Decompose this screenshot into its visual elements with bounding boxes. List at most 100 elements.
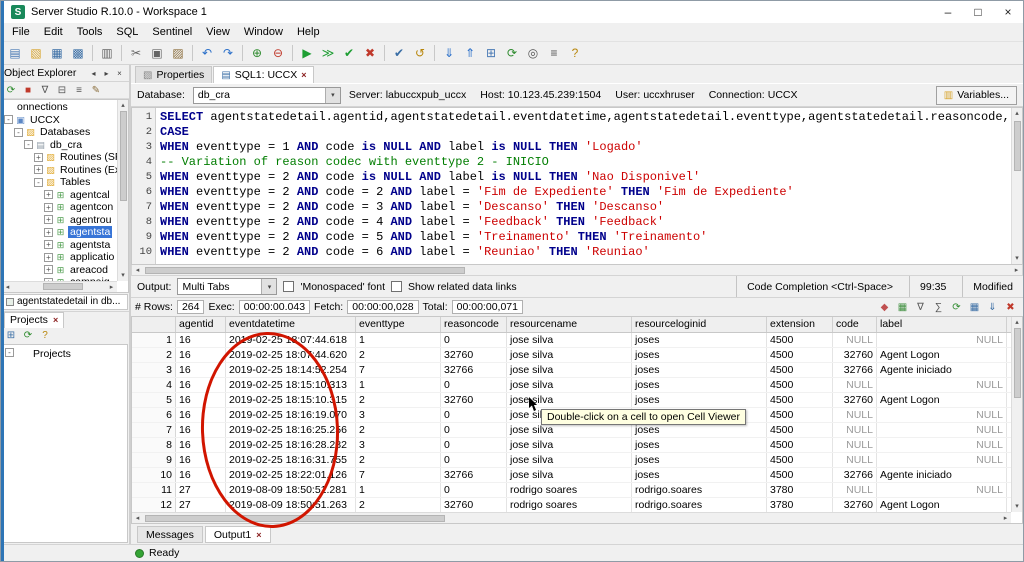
collapse-all-icon[interactable]: ⊟ [54,83,70,98]
tree-item-routines-sf[interactable]: +▨Routines (SF [2,151,117,164]
tab-output1[interactable]: Output1× [205,526,271,543]
copy-icon[interactable]: ▣ [147,44,167,62]
scroll-left-icon[interactable]: ◂ [132,514,143,522]
cell-agentid[interactable]: 16 [176,393,226,407]
tree-expander[interactable]: + [44,228,53,237]
cell-code[interactable]: NULL [833,408,877,422]
cell-reasoncode[interactable]: 0 [441,453,507,467]
tree-expander[interactable]: + [34,153,43,162]
cell-agentid[interactable]: 27 [176,498,226,512]
cell-reasoncode[interactable]: 0 [441,438,507,452]
row-number[interactable]: 7 [132,423,176,437]
tree-item-databases[interactable]: -▨Databases [2,126,117,139]
schema-icon[interactable]: ⊞ [481,44,501,62]
cell-resourceloginid[interactable]: joses [632,378,767,392]
cell-label[interactable]: NULL [877,423,1007,437]
menu-item-window[interactable]: Window [237,26,290,38]
minimize-button[interactable]: – [933,1,963,23]
cell-resourceloginid[interactable]: rodrigo.soares [632,498,767,512]
cell-resourceloginid[interactable]: joses [632,438,767,452]
cell-eventtype[interactable]: 2 [356,453,441,467]
redo-icon[interactable]: ↷ [218,44,238,62]
cell-extension[interactable]: 4500 [767,468,833,482]
variables-button[interactable]: ▥ Variables... [936,86,1017,105]
save-icon[interactable]: ▦ [47,44,67,62]
cell-resourcename[interactable]: jose silva [507,468,632,482]
tree-expander[interactable]: + [44,203,53,212]
column-header-eventdatetime[interactable]: eventdatetime [226,317,356,332]
cell-label[interactable]: NULL [877,483,1007,497]
new-file-icon[interactable]: ▤ [5,44,25,62]
chevron-down-icon[interactable]: ▾ [261,279,276,294]
cell-resourcename[interactable]: jose silva [507,378,632,392]
scroll-up-icon[interactable]: ▴ [121,100,125,111]
tree-expander[interactable]: - [24,140,33,149]
scroll-left-icon[interactable]: ◂ [132,266,143,274]
menu-item-view[interactable]: View [199,26,237,38]
menu-item-file[interactable]: File [5,26,37,38]
close-projects-icon[interactable]: × [53,315,58,325]
editor-vertical-scrollbar[interactable]: ▴▾ [1011,108,1022,264]
run-icon[interactable]: ▶ [297,44,317,62]
aggregate-icon[interactable]: ∑ [930,299,947,315]
cell-resourcename[interactable]: jose silva [507,333,632,347]
cell-eventtype[interactable]: 2 [356,348,441,362]
cell-resourceloginid[interactable]: joses [632,393,767,407]
cell-reasoncode[interactable]: 32760 [441,498,507,512]
cell-code[interactable]: NULL [833,438,877,452]
open-file-icon[interactable]: ▧ [26,44,46,62]
menu-item-tools[interactable]: Tools [70,26,110,38]
cell-eventtype[interactable]: 3 [356,438,441,452]
cell-extension[interactable]: 3780 [767,483,833,497]
cell-label[interactable]: Agent Logon [877,393,1007,407]
cell-code[interactable]: NULL [833,378,877,392]
close-tab-icon[interactable]: × [256,530,261,540]
row-number[interactable]: 2 [132,348,176,362]
help-icon[interactable]: ? [565,44,585,62]
cell-resourceloginid[interactable]: rodrigo.soares [632,483,767,497]
cell-label[interactable]: Agente iniciado [877,468,1007,482]
connect-icon[interactable]: ⊕ [247,44,267,62]
cell-eventdatetime[interactable]: 2019-02-25 18:07:44.620 [226,348,356,362]
column-header-resourceloginid[interactable]: resourceloginid [632,317,767,332]
tree-item-onnections[interactable]: onnections [2,101,117,114]
cell-extension[interactable]: 4500 [767,333,833,347]
rollback-icon[interactable]: ↺ [410,44,430,62]
cell-eventdatetime[interactable]: 2019-02-25 18:15:10.315 [226,393,356,407]
cell-eventtype[interactable]: 2 [356,498,441,512]
cell-label[interactable]: NULL [877,453,1007,467]
cell-agentid[interactable]: 27 [176,483,226,497]
cell-label[interactable]: NULL [877,408,1007,422]
filter-rows-icon[interactable]: ∇ [912,299,929,315]
editor-horizontal-scrollbar[interactable]: ◂▸ [131,265,1023,276]
column-header-resourcename[interactable]: resourcename [507,317,632,332]
cell-code[interactable]: NULL [833,483,877,497]
scroll-right-icon[interactable]: ▸ [106,283,117,291]
cell-label[interactable]: Agent Logon [877,348,1007,362]
scroll-thumb[interactable] [145,515,445,522]
run-selected-icon[interactable]: ≫ [318,44,338,62]
cell-reasoncode[interactable]: 0 [441,483,507,497]
cell-extension[interactable]: 3780 [767,498,833,512]
cell-agentid[interactable]: 16 [176,408,226,422]
cell-extension[interactable]: 4500 [767,453,833,467]
cell-eventtype[interactable]: 1 [356,378,441,392]
commit-icon[interactable]: ✔ [389,44,409,62]
scroll-thumb[interactable] [43,283,83,290]
cell-resourceloginid[interactable]: joses [632,333,767,347]
chevron-down-icon[interactable]: ▾ [325,88,340,103]
tree-expander[interactable]: + [44,240,53,249]
tree-expander[interactable]: + [34,165,43,174]
cell-eventdatetime[interactable]: 2019-02-25 18:22:01.126 [226,468,356,482]
find-icon[interactable]: ◎ [523,44,543,62]
cell-resourcename[interactable]: jose silva [507,348,632,362]
cell-resourceloginid[interactable]: joses [632,453,767,467]
export-file-icon[interactable]: ⇓ [984,299,1001,315]
pin-icon[interactable]: ◆ [876,299,893,315]
cell-resourceloginid[interactable]: joses [632,468,767,482]
cell-agentid[interactable]: 16 [176,348,226,362]
cell-reasoncode[interactable]: 0 [441,333,507,347]
cell-extension[interactable]: 4500 [767,423,833,437]
cell-reasoncode[interactable]: 0 [441,423,507,437]
cell-resourcename[interactable]: rodrigo soares [507,498,632,512]
